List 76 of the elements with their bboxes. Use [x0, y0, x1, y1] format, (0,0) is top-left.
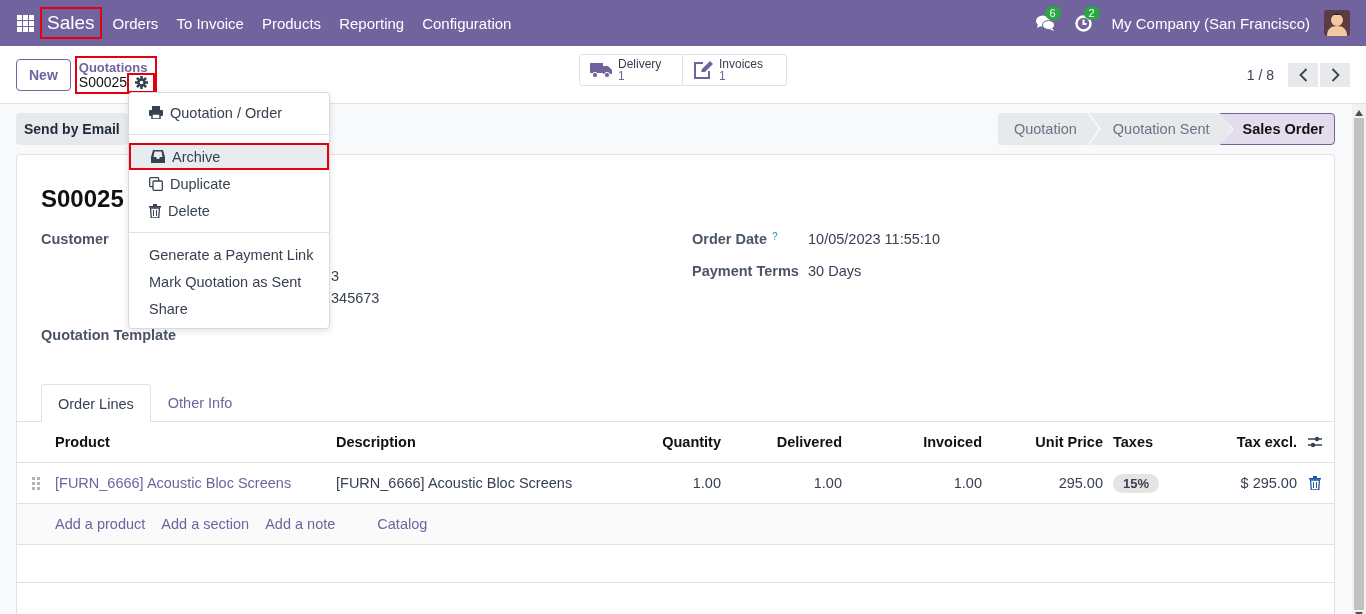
column-header[interactable]: Quantity: [576, 434, 721, 450]
sliders-icon: [1308, 435, 1322, 449]
pager-value[interactable]: 1 / 8: [1246, 66, 1274, 83]
add-link[interactable]: Add a note: [265, 516, 336, 532]
table-cell-text: [FURN_6666] Acoustic Bloc Screens: [336, 475, 574, 491]
table-cell-text: 1.00: [952, 475, 982, 491]
chevron-right-icon: [1330, 67, 1340, 82]
table-cell-text: 1.00: [812, 475, 842, 491]
gear-icon: [134, 76, 148, 89]
menu-item[interactable]: Quotation / Order: [129, 99, 329, 126]
field-value[interactable]: 10/05/2023 11:55:10: [808, 231, 1310, 247]
copy-icon: [149, 176, 163, 191]
new-button[interactable]: New: [16, 58, 71, 91]
table-cell[interactable]: [FURN_6666] Acoustic Bloc Screens: [55, 475, 336, 491]
truck-icon: [590, 62, 612, 78]
column-header[interactable]: Taxes: [1103, 434, 1213, 450]
table-cell-text: $ 295.00: [1239, 475, 1297, 491]
drag-handle-icon: [32, 476, 40, 490]
menu-item[interactable]: Products: [252, 14, 331, 32]
tax-tag: 15%: [1113, 474, 1160, 493]
printer-icon: [149, 106, 163, 119]
menu-item[interactable]: Duplicate: [129, 170, 329, 197]
add-link[interactable]: Catalog: [377, 516, 428, 532]
app-grid-icon: [17, 14, 34, 32]
field-label: Quotation Template: [41, 327, 177, 343]
status-stage[interactable]: Sales Order: [1219, 113, 1335, 145]
delete-icon[interactable]: [1309, 476, 1321, 490]
menu-item[interactable]: To Invoice: [167, 14, 253, 32]
edit-icon: [693, 61, 713, 79]
column-header[interactable]: Description: [336, 434, 576, 450]
add-link[interactable]: Add a section: [161, 516, 250, 532]
inbox-icon: [151, 150, 165, 163]
next-button[interactable]: [1320, 62, 1350, 87]
menu-item[interactable]: Generate a Payment Link: [129, 241, 329, 268]
breadcrumb-link[interactable]: Quotations: [78, 59, 154, 75]
column-header[interactable]: Delivered: [721, 434, 842, 450]
status-stage[interactable]: Quotation Sent: [1100, 113, 1220, 145]
previous-button[interactable]: [1288, 62, 1318, 87]
menu-item[interactable]: Configuration: [413, 14, 521, 32]
menu-item[interactable]: Reporting: [330, 14, 414, 32]
scroll-up-icon: [1355, 110, 1363, 116]
column-header[interactable]: Tax excl.: [1213, 434, 1297, 450]
record-name: S00025: [78, 75, 128, 90]
table-cell-text: 295.00: [1057, 475, 1103, 491]
column-header[interactable]: Invoiced: [842, 434, 982, 450]
scrollbar[interactable]: [1352, 104, 1366, 614]
form-tab[interactable]: Other Info: [150, 383, 250, 421]
app-name[interactable]: Sales: [42, 9, 100, 37]
address-line: 3: [331, 267, 341, 286]
menu-item[interactable]: Share: [129, 295, 329, 322]
field-label: Customer: [41, 231, 109, 247]
status-stage[interactable]: Quotation: [997, 113, 1087, 145]
address-line: 345673: [331, 289, 381, 308]
column-header[interactable]: Product: [55, 434, 336, 450]
send-by-email-button[interactable]: Send by Email: [16, 113, 128, 145]
field-value[interactable]: 30 Days: [808, 263, 1310, 279]
chevron-left-icon: [1298, 67, 1308, 82]
field-label: Payment Terms: [692, 263, 800, 279]
field-label: Order Date: [692, 231, 767, 247]
menu-item[interactable]: Archive: [129, 143, 329, 170]
menu-item[interactable]: Delete: [129, 197, 329, 224]
activity-count-badge: 2: [1083, 5, 1100, 20]
company-name[interactable]: My Company (San Francisco): [1111, 14, 1310, 32]
gear-button[interactable]: [129, 74, 154, 91]
add-link[interactable]: Add a product: [55, 516, 146, 532]
menu-item[interactable]: Mark Quotation as Sent: [129, 268, 329, 295]
column-header[interactable]: Unit Price: [982, 434, 1103, 450]
menu-item[interactable]: Orders: [103, 14, 168, 32]
avatar-icon: [1324, 10, 1350, 36]
record-title: S00025: [41, 184, 124, 214]
trash-icon: [149, 203, 161, 218]
table-cell-text: 1.00: [691, 475, 721, 491]
smart-button[interactable]: Delivery 1: [579, 54, 683, 86]
smart-button[interactable]: Invoices 1: [683, 54, 787, 86]
form-tab[interactable]: Order Lines: [41, 384, 151, 422]
message-count-badge: 6: [1044, 6, 1061, 20]
